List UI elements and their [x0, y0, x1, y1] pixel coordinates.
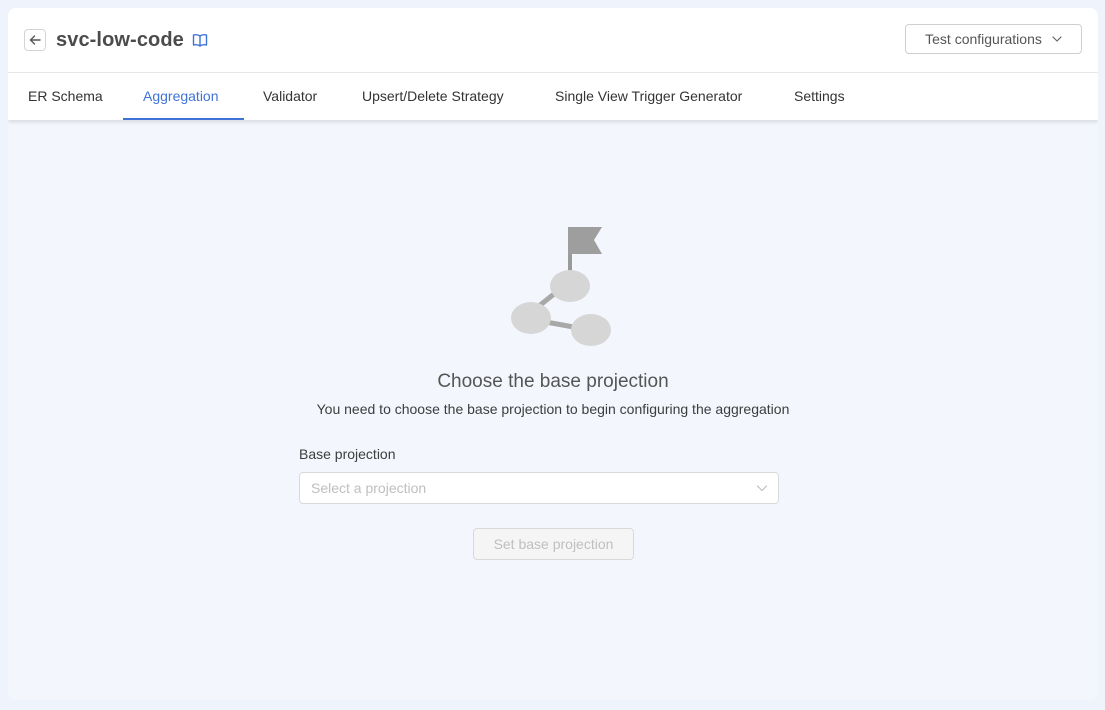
test-configurations-button[interactable]: Test configurations — [905, 24, 1082, 54]
chevron-down-icon — [756, 485, 768, 492]
arrow-left-icon — [29, 35, 41, 45]
documentation-link[interactable] — [192, 33, 208, 47]
base-projection-label: Base projection — [299, 446, 396, 462]
tab-validator[interactable]: Validator — [263, 73, 317, 120]
chevron-down-icon — [1052, 36, 1062, 42]
tab-upsert-delete-strategy[interactable]: Upsert/Delete Strategy — [362, 73, 504, 120]
flag-graph-illustration — [511, 227, 611, 346]
test-configurations-label: Test configurations — [925, 31, 1042, 47]
active-tab-indicator — [123, 118, 244, 120]
back-button[interactable] — [24, 29, 46, 51]
empty-state-description: You need to choose the base projection t… — [316, 401, 790, 417]
page-header: svc-low-code Test configurations ER Sche… — [8, 8, 1098, 120]
set-base-projection-button[interactable]: Set base projection — [473, 528, 634, 560]
tab-er-schema[interactable]: ER Schema — [28, 73, 103, 120]
tab-aggregation[interactable]: Aggregation — [143, 73, 219, 120]
empty-state-heading: Choose the base projection — [437, 371, 669, 392]
tab-bar: ER Schema Aggregation Validator Upsert/D… — [8, 72, 1098, 120]
title-row: svc-low-code — [24, 24, 208, 56]
main-card: svc-low-code Test configurations ER Sche… — [8, 8, 1098, 700]
base-projection-select[interactable]: Select a projection — [299, 472, 779, 504]
book-icon — [192, 34, 208, 47]
page-title: svc-low-code — [56, 28, 184, 51]
tab-settings[interactable]: Settings — [794, 73, 845, 120]
tab-single-view-trigger-generator[interactable]: Single View Trigger Generator — [555, 73, 742, 120]
select-placeholder: Select a projection — [311, 480, 427, 496]
